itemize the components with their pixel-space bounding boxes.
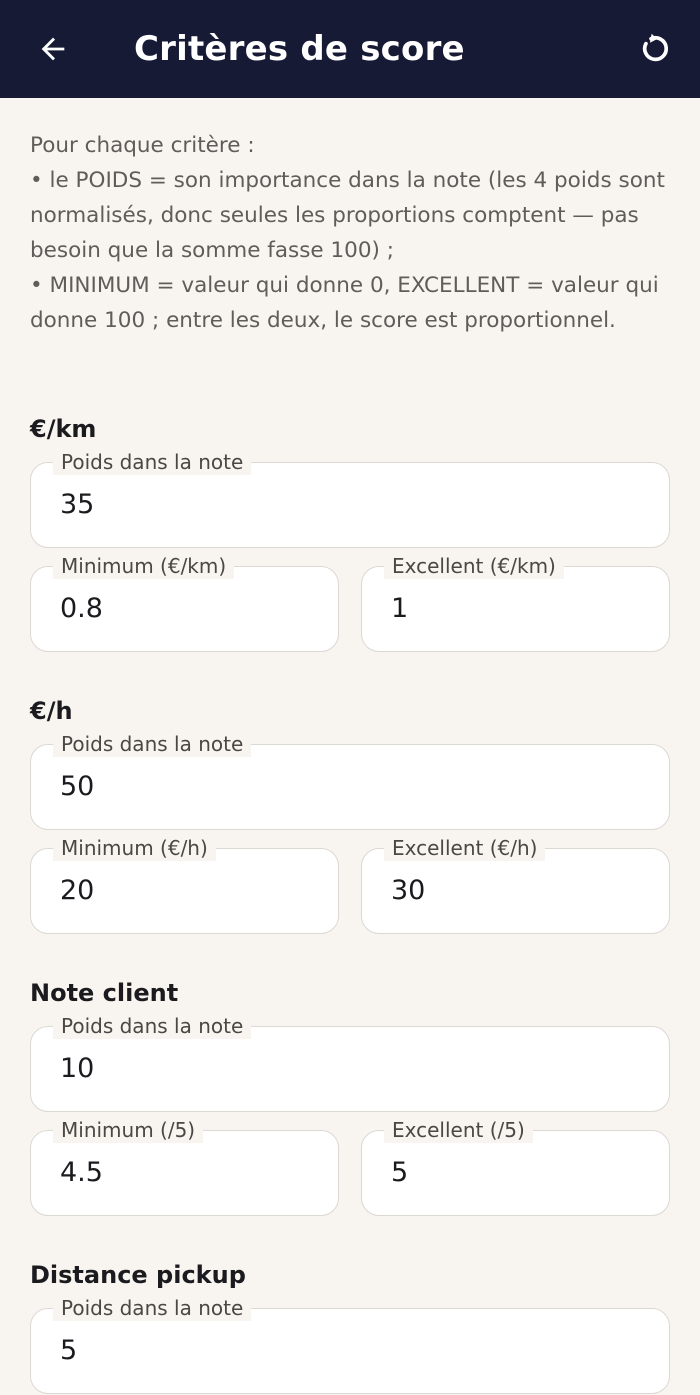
criterion-title-note-client: Note client <box>30 979 179 1007</box>
page-title: Critères de score <box>134 29 465 69</box>
minimum-field-eur-km[interactable]: Minimum (€/km) 0.8 <box>30 553 339 652</box>
field-label: Excellent (/5) <box>384 1117 533 1143</box>
field-label: Minimum (/5) <box>53 1117 204 1143</box>
weight-field-eur-km[interactable]: Poids dans la note 35 <box>30 449 670 548</box>
criterion-title-eur-km: €/km <box>30 415 97 443</box>
field-label: Excellent (€/h) <box>384 835 546 861</box>
back-button[interactable] <box>26 22 80 76</box>
field-value[interactable]: 4.5 <box>60 1155 103 1191</box>
field-label: Poids dans la note <box>53 1295 252 1321</box>
weight-field-eur-h[interactable]: Poids dans la note 50 <box>30 731 670 830</box>
minimum-field-note-client[interactable]: Minimum (/5) 4.5 <box>30 1117 339 1216</box>
intro-line-2: • le POIDS = son importance dans la note… <box>30 168 665 263</box>
arrow-back-icon <box>41 37 65 61</box>
intro-line-1: Pour chaque critère : <box>30 133 255 158</box>
excellent-field-eur-km[interactable]: Excellent (€/km) 1 <box>361 553 670 652</box>
criterion-title-eur-h: €/h <box>30 697 73 725</box>
intro-line-3: • MINIMUM = valeur qui donne 0, EXCELLEN… <box>30 273 659 333</box>
field-value[interactable]: 20 <box>60 873 94 909</box>
weight-field-distance-pickup[interactable]: Poids dans la note 5 <box>30 1295 670 1394</box>
field-label: Excellent (€/km) <box>384 553 564 579</box>
field-value[interactable]: 35 <box>60 487 94 523</box>
refresh-icon <box>642 33 669 62</box>
field-value[interactable]: 5 <box>60 1333 77 1369</box>
app-bar: Critères de score <box>0 0 700 98</box>
field-label: Poids dans la note <box>53 1013 252 1039</box>
excellent-field-eur-h[interactable]: Excellent (€/h) 30 <box>361 835 670 934</box>
field-label: Poids dans la note <box>53 449 252 475</box>
field-value[interactable]: 30 <box>391 873 425 909</box>
field-value[interactable]: 5 <box>391 1155 408 1191</box>
field-label: Minimum (€/km) <box>53 553 235 579</box>
minimum-field-eur-h[interactable]: Minimum (€/h) 20 <box>30 835 339 934</box>
settings-content[interactable]: Pour chaque critère : • le POIDS = son i… <box>0 98 700 1395</box>
excellent-field-note-client[interactable]: Excellent (/5) 5 <box>361 1117 670 1216</box>
weight-field-note-client[interactable]: Poids dans la note 10 <box>30 1013 670 1112</box>
intro-text: Pour chaque critère : • le POIDS = son i… <box>30 128 670 338</box>
criterion-title-distance-pickup: Distance pickup <box>30 1261 246 1289</box>
field-value[interactable]: 50 <box>60 769 94 805</box>
field-value[interactable]: 10 <box>60 1051 94 1087</box>
field-value[interactable]: 1 <box>391 591 408 627</box>
field-value[interactable]: 0.8 <box>60 591 103 627</box>
field-label: Poids dans la note <box>53 731 252 757</box>
reset-button[interactable] <box>628 22 682 76</box>
field-label: Minimum (€/h) <box>53 835 216 861</box>
